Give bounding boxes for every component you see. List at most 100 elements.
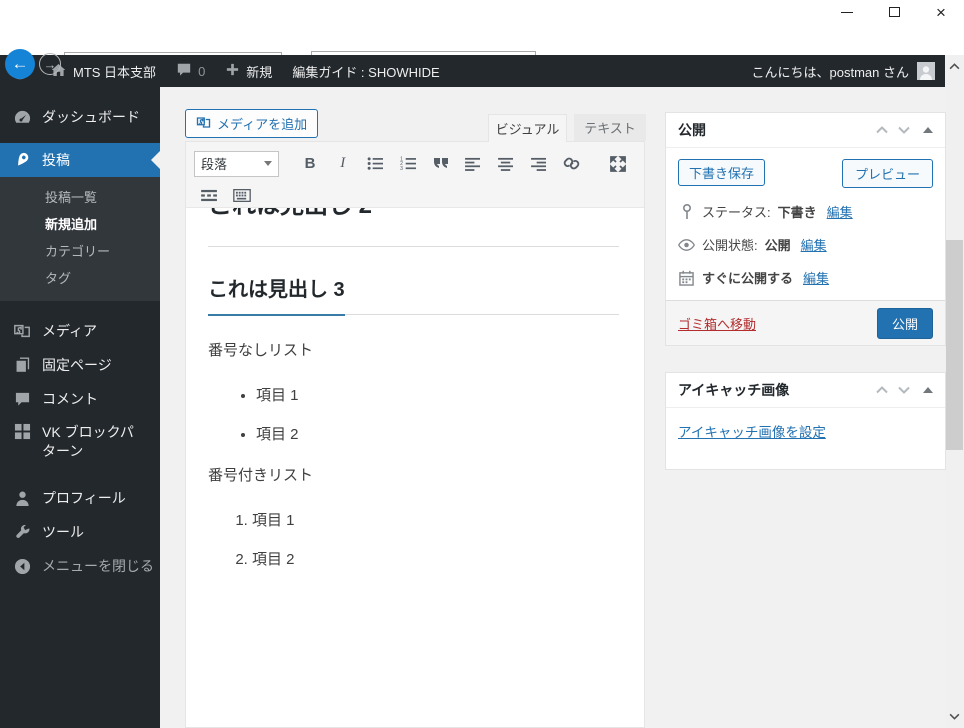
sidebar-item-tools[interactable]: ツール [0, 515, 160, 549]
svg-text:3: 3 [400, 166, 403, 171]
new-label: 新規 [246, 64, 273, 80]
numbered-list-button[interactable]: 123 [393, 151, 423, 177]
sidebar-item-comments[interactable]: コメント [0, 382, 160, 416]
sidebar-item-posts[interactable]: 投稿 [0, 143, 160, 177]
sidebar-item-collapse-menu[interactable]: メニューを閉じる [0, 549, 160, 583]
comments-icon [12, 391, 32, 407]
collapse-panel-icon[interactable] [923, 127, 933, 133]
move-to-trash-link[interactable]: ゴミ箱へ移動 [678, 314, 877, 333]
forward-icon[interactable]: → [39, 53, 61, 75]
link-button[interactable] [557, 151, 587, 177]
new-content-menu[interactable]: 新規 [215, 55, 282, 87]
move-up-icon[interactable] [871, 126, 893, 134]
bold-button[interactable]: B [295, 151, 325, 177]
avatar[interactable] [917, 62, 935, 80]
ordered-list-label: 番号付きリスト [208, 467, 314, 484]
comment-count: 0 [198, 63, 206, 79]
format-dropdown[interactable]: 段落 [194, 150, 280, 177]
user-icon [12, 490, 32, 507]
bullet-list-button[interactable] [361, 151, 391, 177]
list-item: 項目 1 [256, 384, 619, 405]
editor-content[interactable]: これは見出し 2 これは見出し 3 番号なしリスト 項目 1 項目 2 番号付き… [186, 208, 644, 727]
editor-toolbar: 段落 B I 123 [186, 142, 644, 208]
set-featured-image-link[interactable]: アイキャッチ画像を設定 [678, 421, 826, 441]
sidebar-item-label: 投稿 [42, 152, 70, 168]
submenu-item-categories[interactable]: カテゴリー [0, 238, 160, 265]
unordered-list-label: 番号なしリスト [208, 342, 314, 359]
move-down-icon[interactable] [893, 386, 915, 394]
italic-button[interactable]: I [328, 151, 358, 177]
sidebar-item-dashboard[interactable]: ダッシュボード [0, 100, 160, 134]
calendar-icon [678, 270, 695, 286]
maximize-icon[interactable] [877, 0, 911, 24]
scrollbar-thumb[interactable] [946, 240, 963, 450]
sidebar-item-label: メディア [42, 323, 98, 339]
comment-bubble-icon [176, 62, 192, 80]
list-item: 項目 1 [252, 509, 619, 530]
visibility-value: 公開 [764, 238, 791, 253]
sidebar-item-label: コメント [42, 391, 98, 407]
sidebar-item-label: VK ブロックパターン [42, 424, 134, 459]
scroll-down-icon[interactable] [945, 707, 964, 726]
edit-visibility-link[interactable]: 編集 [801, 235, 827, 254]
unordered-list: 項目 1 項目 2 [208, 384, 619, 444]
submenu-item-tags[interactable]: タグ [0, 265, 160, 292]
status-pin-icon [678, 203, 695, 220]
sidebar-item-profile[interactable]: プロフィール [0, 481, 160, 515]
status-value: 下書き [777, 205, 817, 220]
more-tag-button[interactable] [194, 183, 224, 209]
site-name: MTS 日本支部 [73, 64, 157, 80]
edit-status-link[interactable]: 編集 [827, 202, 853, 221]
page-scrollbar[interactable] [945, 55, 964, 728]
sidebar-item-label: プロフィール [42, 490, 126, 506]
wp-admin-bar: MTS 日本支部 0 新規 編集ガイド : SHOWHIDE こんにちは、pos… [0, 55, 945, 87]
submenu-item-add-new[interactable]: 新規追加 [0, 211, 160, 238]
content-heading3: これは見出し 3 [208, 273, 619, 316]
sidebar-item-label: 固定ページ [42, 357, 112, 373]
pin-icon [12, 151, 32, 169]
preview-button[interactable]: プレビュー [841, 159, 933, 188]
sidebar-item-vk-patterns[interactable]: VK ブロックパターン [0, 416, 160, 464]
add-media-button[interactable]: メディアを追加 [185, 109, 319, 138]
keyboard-shortcuts-button[interactable] [227, 183, 257, 209]
save-draft-button[interactable]: 下書き保存 [678, 159, 766, 186]
sidebar-item-media[interactable]: メディア [0, 314, 160, 348]
comments-menu[interactable]: 0 [166, 55, 215, 87]
browser-titlebar: × [0, 0, 964, 27]
featured-panel-header[interactable]: アイキャッチ画像 [666, 373, 945, 408]
align-center-button[interactable] [491, 151, 521, 177]
submenu-item-all-posts[interactable]: 投稿一覧 [0, 184, 160, 211]
tab-visual[interactable]: ビジュアル [488, 114, 567, 142]
visibility-eye-icon [678, 238, 695, 251]
blockquote-button[interactable] [426, 151, 456, 177]
sidebar-item-label: メニューを閉じる [42, 558, 154, 574]
publish-panel-header[interactable]: 公開 [666, 113, 945, 148]
visibility-label: 公開状態: [702, 238, 758, 253]
move-down-icon[interactable] [893, 126, 915, 134]
close-window-icon[interactable]: × [924, 0, 958, 24]
scroll-up-icon[interactable] [945, 57, 964, 76]
align-right-button[interactable] [524, 151, 554, 177]
tab-text[interactable]: テキスト [574, 114, 646, 141]
schedule-label: すぐに公開する [702, 271, 794, 286]
edit-guide-menu[interactable]: 編集ガイド : SHOWHIDE [282, 55, 449, 87]
fullscreen-button[interactable] [603, 151, 633, 177]
block-grid-icon [12, 423, 32, 440]
collapse-panel-icon[interactable] [923, 387, 933, 393]
posts-submenu: 投稿一覧 新規追加 カテゴリー タグ [0, 177, 160, 301]
media-icon [12, 322, 32, 340]
sidebar-item-label: ツール [42, 524, 84, 540]
move-up-icon[interactable] [871, 386, 893, 394]
publish-button[interactable]: 公開 [876, 307, 933, 339]
back-icon[interactable]: ← [5, 49, 35, 79]
edit-guide-label: 編集ガイド : SHOWHIDE [292, 64, 440, 80]
edit-schedule-link[interactable]: 編集 [803, 268, 829, 287]
sidebar-item-pages[interactable]: 固定ページ [0, 348, 160, 382]
plus-icon [225, 62, 240, 80]
minimize-icon[interactable] [830, 0, 864, 24]
howdy-greeting[interactable]: こんにちは、postman さん [752, 62, 909, 81]
featured-image-panel: アイキャッチ画像 アイキャッチ画像を設定 [665, 372, 946, 470]
align-left-button[interactable] [459, 151, 489, 177]
status-label: ステータス: [702, 205, 771, 220]
sidebar-item-label: ダッシュボード [42, 109, 140, 125]
